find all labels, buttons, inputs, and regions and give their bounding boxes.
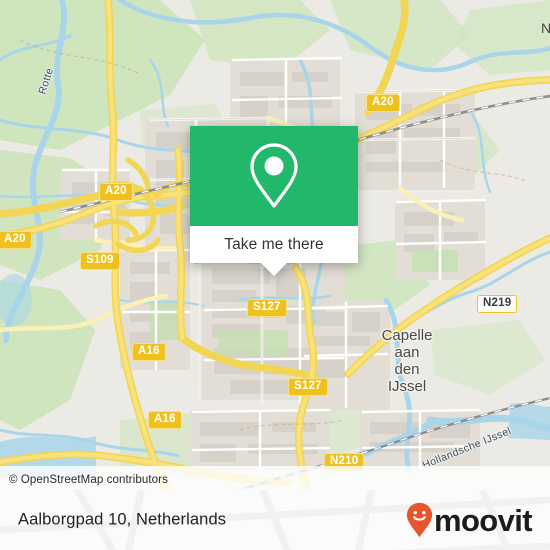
callout-pointer-tail: [261, 263, 287, 276]
road-shield-n219[interactable]: N219: [477, 295, 518, 313]
footer-address-title: Aalborgpad 10, Netherlands: [18, 510, 227, 529]
osm-attribution[interactable]: © OpenStreetMap contributors: [9, 474, 168, 486]
road-shield-s109[interactable]: S109: [80, 252, 120, 270]
moovit-wordmark: moovit: [433, 502, 533, 538]
road-shield-a16-south[interactable]: A16: [148, 411, 182, 429]
road-shield-a16-north[interactable]: A16: [132, 343, 166, 361]
moovit-map-screenshot: A20 A20 A20 S109 S127 S127 A16 A16 N219 …: [0, 0, 550, 550]
moovit-smiley-pin-icon: [406, 502, 433, 538]
destination-callout-card[interactable]: Take me there: [190, 126, 358, 276]
road-shield-a20-west[interactable]: A20: [0, 231, 32, 249]
map-canvas[interactable]: A20 A20 A20 S109 S127 S127 A16 A16 N219 …: [0, 0, 550, 490]
road-shield-s127-south[interactable]: S127: [288, 378, 328, 396]
place-label-capelle-aan-den-ijssel: Capelle aan den IJssel: [381, 327, 433, 395]
road-shield-s127-north[interactable]: S127: [247, 299, 287, 317]
take-me-there-button[interactable]: Take me there: [190, 226, 358, 263]
map-edge-label-n: N: [541, 20, 550, 36]
location-pin-icon: [250, 143, 298, 208]
road-shield-a20-mid[interactable]: A20: [99, 183, 133, 201]
take-me-there-label: Take me there: [224, 235, 324, 253]
footer-bar: Aalborgpad 10, Netherlands moovit: [0, 490, 550, 550]
road-shield-a20-east[interactable]: A20: [366, 94, 400, 112]
moovit-logo[interactable]: moovit: [406, 502, 533, 538]
callout-icon-area: [190, 126, 358, 226]
